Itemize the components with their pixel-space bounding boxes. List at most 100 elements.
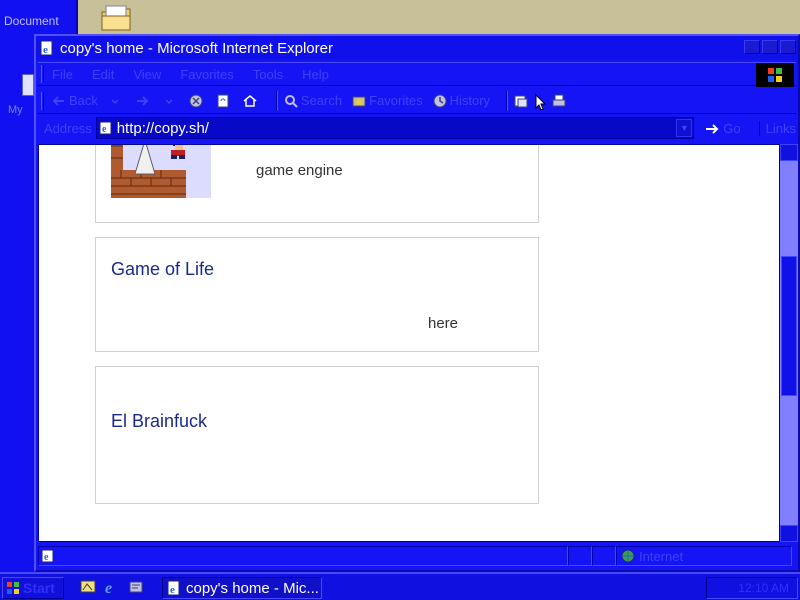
refresh-icon xyxy=(217,94,229,107)
back-button[interactable]: Back xyxy=(52,93,98,108)
menu-view[interactable]: View xyxy=(133,67,161,82)
background-window[interactable]: Document xyxy=(0,0,78,34)
taskbar: Start e e copy's home - Mic... 12:10 AM xyxy=(0,572,800,600)
go-arrow-icon xyxy=(706,124,719,134)
page-viewport[interactable]: game engine Game of Life here El Brainfu… xyxy=(38,144,780,542)
favorites-label: Favorites xyxy=(369,93,423,108)
menu-file[interactable]: File xyxy=(52,67,73,82)
task-label: copy's home - Mic... xyxy=(186,579,319,597)
mouse-cursor-icon xyxy=(535,93,547,110)
status-main: e xyxy=(38,546,568,566)
address-label: Address xyxy=(44,120,92,136)
go-label: Go xyxy=(723,120,741,136)
address-bar: Address e http://copy.sh/ ▼ Go Links xyxy=(38,116,796,140)
start-button[interactable]: Start xyxy=(2,577,64,599)
menu-edit[interactable]: Edit xyxy=(92,67,114,82)
windows-logo-throbber xyxy=(756,63,794,87)
svg-text:e: e xyxy=(170,584,175,596)
back-label: Back xyxy=(69,93,98,108)
toolbar-grip[interactable] xyxy=(41,91,44,110)
document-icon[interactable] xyxy=(22,74,34,96)
svg-text:e: e xyxy=(43,44,48,56)
ie-window: e copy's home - Microsoft Internet Explo… xyxy=(34,34,800,572)
standard-toolbar: Back Search Favorites History xyxy=(38,88,796,114)
game-thumbnail xyxy=(111,145,211,198)
print-icon xyxy=(552,94,566,106)
print-button[interactable] xyxy=(552,94,569,108)
start-label: Start xyxy=(23,580,55,596)
stop-button[interactable] xyxy=(189,94,206,108)
search-label: Search xyxy=(300,93,343,108)
vertical-scrollbar[interactable] xyxy=(780,144,798,542)
chevron-down-icon xyxy=(111,98,119,104)
address-dropdown-button[interactable]: ▼ xyxy=(676,119,693,137)
minimize-button[interactable] xyxy=(744,40,760,54)
title-bar[interactable]: e copy's home - Microsoft Internet Explo… xyxy=(36,36,798,60)
go-button[interactable]: Go xyxy=(704,120,741,136)
project-card-game-engine[interactable]: game engine xyxy=(95,145,539,223)
history-icon xyxy=(433,94,447,107)
windows-flag-icon xyxy=(7,582,19,594)
close-button[interactable] xyxy=(780,40,796,54)
globe-icon xyxy=(621,549,635,563)
card-title[interactable]: Game of Life xyxy=(111,259,214,280)
back-dropdown[interactable] xyxy=(108,94,125,108)
windows-logo-icon xyxy=(768,68,782,82)
mail-icon xyxy=(514,95,528,107)
menu-grip[interactable] xyxy=(41,65,44,83)
desktop-top-strip: Document xyxy=(0,0,800,34)
desktop-side: My xyxy=(0,34,34,572)
status-security xyxy=(592,546,616,566)
card-description: game engine xyxy=(256,162,343,179)
channels-icon[interactable] xyxy=(128,579,144,595)
forward-dropdown[interactable] xyxy=(162,94,179,108)
back-arrow-icon xyxy=(52,95,64,106)
status-progress xyxy=(568,546,592,566)
system-tray: 12:10 AM xyxy=(706,577,798,599)
refresh-button[interactable] xyxy=(216,94,233,108)
home-icon xyxy=(243,94,257,107)
scroll-thumb[interactable] xyxy=(781,256,797,396)
stop-icon xyxy=(189,94,203,107)
search-button[interactable]: Search xyxy=(284,93,342,108)
forward-arrow-icon xyxy=(136,95,149,106)
project-card-game-of-life[interactable]: Game of Life here xyxy=(95,237,539,352)
card-link-text[interactable]: here xyxy=(428,315,458,332)
page-icon: e xyxy=(99,121,112,135)
clock[interactable]: 12:10 AM xyxy=(738,581,789,595)
scroll-up-button[interactable] xyxy=(780,144,798,161)
show-desktop-icon[interactable] xyxy=(80,579,96,595)
address-input[interactable]: e http://copy.sh/ ▼ xyxy=(95,117,695,139)
scroll-down-button[interactable] xyxy=(780,525,798,542)
menu-favorites[interactable]: Favorites xyxy=(180,67,233,82)
address-value: http://copy.sh/ xyxy=(116,119,209,137)
background-window-title: Document xyxy=(4,14,59,28)
game-thumbnail-image xyxy=(111,145,211,198)
internet-explorer-icon[interactable]: e xyxy=(104,579,120,595)
maximize-button[interactable] xyxy=(762,40,778,54)
svg-text:e: e xyxy=(105,580,112,595)
chevron-down-icon xyxy=(165,98,173,104)
menu-tools[interactable]: Tools xyxy=(253,67,283,82)
links-button[interactable]: Links xyxy=(758,120,796,136)
window-title: copy's home - Microsoft Internet Explore… xyxy=(60,39,333,57)
desktop-icon-label: My xyxy=(8,104,23,116)
menu-help[interactable]: Help xyxy=(302,67,329,82)
search-icon xyxy=(284,94,298,108)
project-card-el-brainfuck[interactable]: El Brainfuck xyxy=(95,366,539,504)
svg-text:e: e xyxy=(44,552,49,563)
card-title[interactable]: El Brainfuck xyxy=(111,411,207,432)
ie-page-icon: e xyxy=(40,40,53,56)
status-page-icon: e xyxy=(41,549,54,563)
taskbar-ie-window-button[interactable]: e copy's home - Mic... xyxy=(162,577,322,599)
mail-button[interactable] xyxy=(514,94,531,108)
forward-button[interactable] xyxy=(135,94,152,108)
menu-bar: File Edit View Favorites Tools Help xyxy=(38,62,796,87)
favorites-icon xyxy=(352,96,366,106)
history-button[interactable]: History xyxy=(433,93,490,108)
status-bar: e Internet xyxy=(38,544,796,568)
favorites-button[interactable]: Favorites xyxy=(352,93,423,108)
toolbar-separator xyxy=(275,90,278,111)
home-button[interactable] xyxy=(243,94,260,108)
folder-icon[interactable] xyxy=(100,4,134,32)
